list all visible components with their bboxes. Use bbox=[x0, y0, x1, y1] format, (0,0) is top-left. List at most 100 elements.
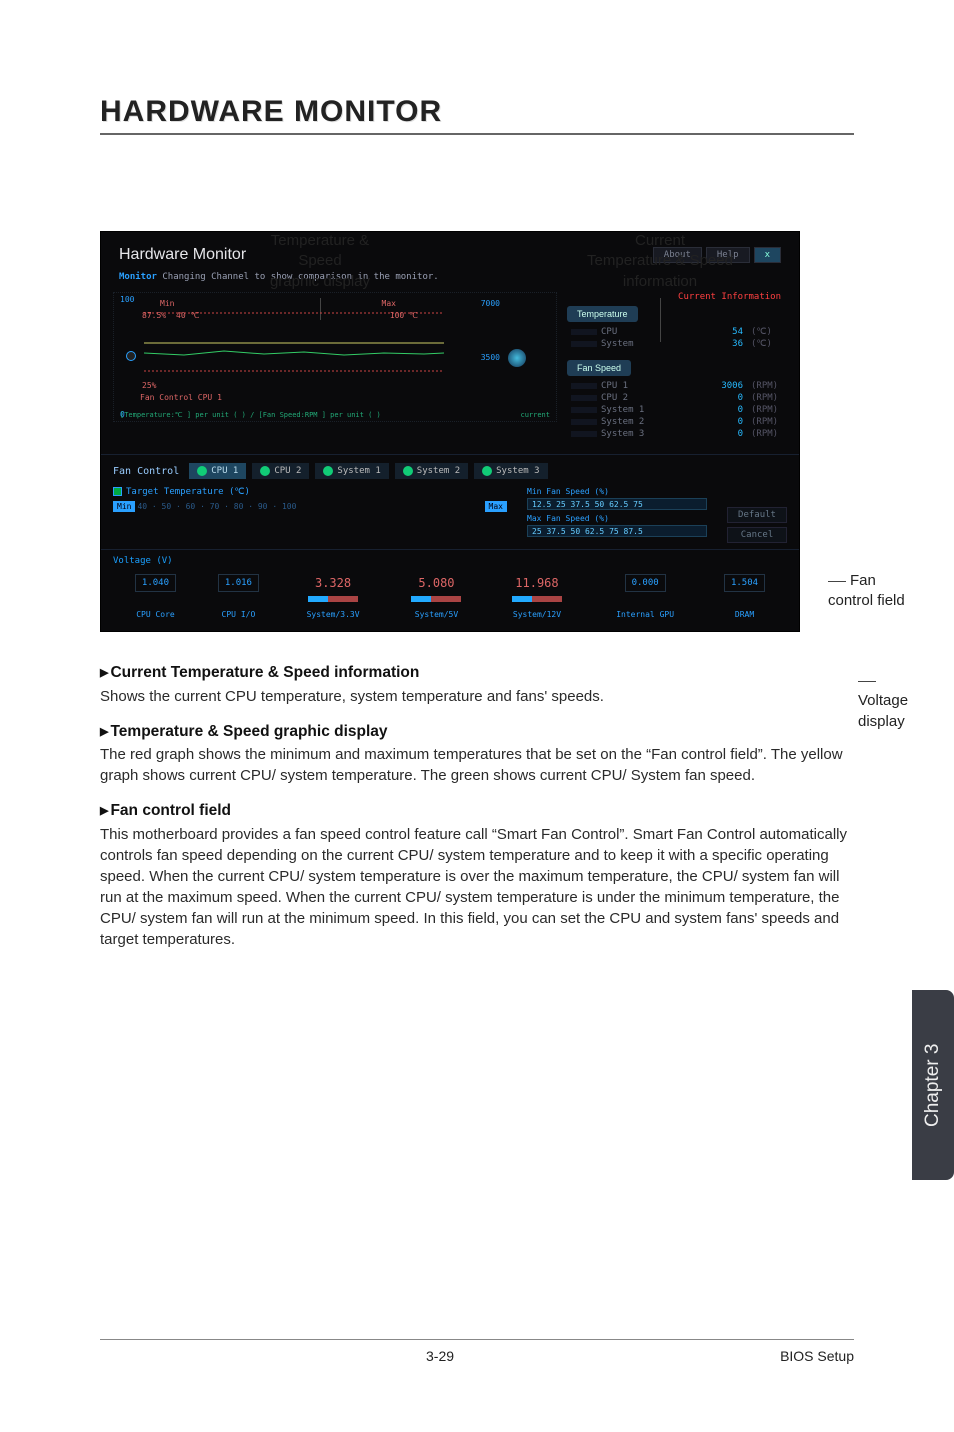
voltage-value: 3.328 bbox=[281, 574, 385, 592]
fanspeed-tab[interactable]: Fan Speed bbox=[567, 360, 631, 376]
label: System 1 bbox=[601, 405, 644, 415]
unit: (RPM) bbox=[747, 392, 787, 404]
tab-label: System 2 bbox=[417, 466, 460, 476]
table-row: CPU 2 0(RPM) bbox=[567, 392, 787, 404]
callout-leader bbox=[660, 298, 661, 342]
unit: (RPM) bbox=[747, 380, 787, 392]
section-paragraph: Shows the current CPU temperature, syste… bbox=[100, 686, 854, 707]
table-row: System 20(RPM) bbox=[567, 416, 787, 428]
voltage-name: System/3.3V bbox=[281, 606, 385, 619]
voltage-header: Voltage (V) bbox=[113, 556, 787, 566]
checkbox-label: Target Temperature (℃) bbox=[126, 487, 250, 497]
callout-voltage: Voltage display bbox=[858, 671, 928, 732]
section-heading: ▶Fan control field bbox=[100, 800, 854, 822]
table-row: System 1 0(RPM) bbox=[567, 404, 787, 416]
axis-right: current bbox=[520, 411, 550, 419]
section-heading: ▶Current Temperature & Speed information bbox=[100, 662, 854, 684]
right-y-tick: 7000 bbox=[481, 299, 500, 308]
slider-values: 12.5 25 37.5 50 62.5 75 bbox=[532, 500, 643, 509]
voltage-value: 11.968 bbox=[488, 574, 586, 592]
voltage-panel: Voltage (V) 1.040 1.016 3.328 5.080 11.9… bbox=[101, 549, 799, 631]
unit: (RPM) bbox=[747, 404, 787, 416]
tab-label: CPU 2 bbox=[274, 466, 301, 476]
voltage-value: 1.504 bbox=[724, 574, 765, 592]
target-temp-checkbox[interactable]: Target Temperature (℃) bbox=[113, 487, 507, 497]
callout-current-info: Current Temperature & Speed information bbox=[520, 231, 800, 342]
value: 0 bbox=[699, 404, 747, 416]
bar-icon bbox=[571, 431, 597, 437]
label: CPU 1 bbox=[601, 381, 628, 391]
graph-max-label: Max bbox=[382, 299, 396, 308]
value: 0 bbox=[699, 392, 747, 404]
voltage-table: 1.040 1.016 3.328 5.080 11.968 0.000 1.5… bbox=[113, 572, 787, 621]
chapter-tab: Chapter 3 bbox=[912, 990, 954, 1180]
page-title: HARDWARE MONITOR bbox=[100, 95, 854, 129]
monitor-word: Monitor bbox=[119, 272, 157, 282]
graph-axis-legend: [Temperature:℃ ] per unit ( ) / [Fan Spe… bbox=[120, 411, 550, 419]
unit: (RPM) bbox=[747, 416, 787, 428]
tab-cpu1[interactable]: CPU 1 bbox=[189, 463, 246, 479]
title-rule bbox=[100, 133, 854, 135]
bar-icon bbox=[571, 395, 597, 401]
table-row: System 30(RPM) bbox=[567, 428, 787, 440]
fan-icon bbox=[403, 466, 413, 476]
fan-icon bbox=[323, 466, 333, 476]
gauge-icon bbox=[308, 596, 358, 602]
tab-label: System 3 bbox=[496, 466, 539, 476]
fan-icon bbox=[260, 466, 270, 476]
screenshot-figure: Temperature & Speed graphic display Curr… bbox=[100, 231, 858, 632]
gauge-icon bbox=[411, 596, 461, 602]
tab-sys1[interactable]: System 1 bbox=[315, 463, 388, 479]
maxfanspeed-slider[interactable]: 25 37.5 50 62.5 75 87.5 bbox=[527, 525, 707, 537]
voltage-name: DRAM bbox=[704, 606, 785, 619]
label: CPU 2 bbox=[601, 393, 628, 403]
voltage-name: System/12V bbox=[488, 606, 586, 619]
graph-temp: 40 ℃ bbox=[176, 311, 199, 320]
fan-control-label: Fan Control bbox=[113, 466, 183, 477]
tab-sys3[interactable]: System 3 bbox=[474, 463, 547, 479]
voltage-value: 5.080 bbox=[387, 574, 485, 592]
section-paragraph: The red graph shows the minimum and maxi… bbox=[100, 744, 854, 786]
value: 0 bbox=[699, 428, 747, 440]
tab-label: System 1 bbox=[337, 466, 380, 476]
callout-leader bbox=[828, 581, 846, 582]
voltage-name: System/5V bbox=[387, 606, 485, 619]
bar-icon bbox=[571, 407, 597, 413]
label: System 2 bbox=[601, 417, 644, 427]
cancel-button[interactable]: Cancel bbox=[727, 527, 787, 543]
axis-left: [Temperature:℃ ] per unit ( ) / [Fan Spe… bbox=[120, 411, 381, 419]
graph-pct: 25% bbox=[142, 381, 156, 390]
graph-temp: 100 ℃ bbox=[390, 311, 418, 320]
callout-text: Voltage display bbox=[858, 692, 908, 729]
callout-fan-control: Fan control field bbox=[828, 571, 928, 612]
fan-control-tabs: Fan Control CPU 1 CPU 2 System 1 System … bbox=[113, 463, 787, 479]
bar-icon bbox=[571, 419, 597, 425]
table-row: CPU 13006(RPM) bbox=[567, 380, 787, 392]
gauge-icon bbox=[512, 596, 562, 602]
tab-sys2[interactable]: System 2 bbox=[395, 463, 468, 479]
bar-icon bbox=[571, 383, 597, 389]
graph-area: 100 0 Min Max 87.5% 40 ℃ 100 ℃ 25% Fan C… bbox=[113, 292, 557, 422]
voltage-name: CPU I/O bbox=[198, 606, 279, 619]
temp-scale[interactable]: Min 40 · 50 · 60 · 70 · 80 · 90 · 100 Ma… bbox=[113, 501, 507, 512]
right-y-tick: 3500 bbox=[481, 353, 500, 362]
triangle-icon: ▶ bbox=[100, 667, 108, 679]
callout-text: Fan control field bbox=[828, 572, 905, 609]
fan-icon bbox=[482, 466, 492, 476]
max-badge: Max bbox=[485, 501, 507, 512]
minfanspeed-label: Min Fan Speed (%) bbox=[527, 487, 787, 496]
graph-series-name: Fan Control CPU 1 bbox=[140, 393, 222, 402]
minfanspeed-slider[interactable]: 12.5 25 37.5 50 62.5 75 bbox=[527, 498, 707, 510]
voltage-name: CPU Core bbox=[115, 606, 196, 619]
callout-text: Current Temperature & Speed information bbox=[587, 232, 733, 290]
triangle-icon: ▶ bbox=[100, 726, 108, 738]
voltage-value: 1.016 bbox=[218, 574, 259, 592]
tab-cpu2[interactable]: CPU 2 bbox=[252, 463, 309, 479]
graph-pct: 87.5% bbox=[142, 311, 166, 320]
min-badge: Min bbox=[113, 501, 135, 512]
y-tick: 100 bbox=[120, 295, 134, 304]
unit: (RPM) bbox=[747, 428, 787, 440]
default-button[interactable]: Default bbox=[727, 507, 787, 523]
graph-min-label: Min bbox=[160, 299, 174, 308]
scale-values: 40 · 50 · 60 · 70 · 80 · 90 · 100 bbox=[137, 502, 482, 511]
